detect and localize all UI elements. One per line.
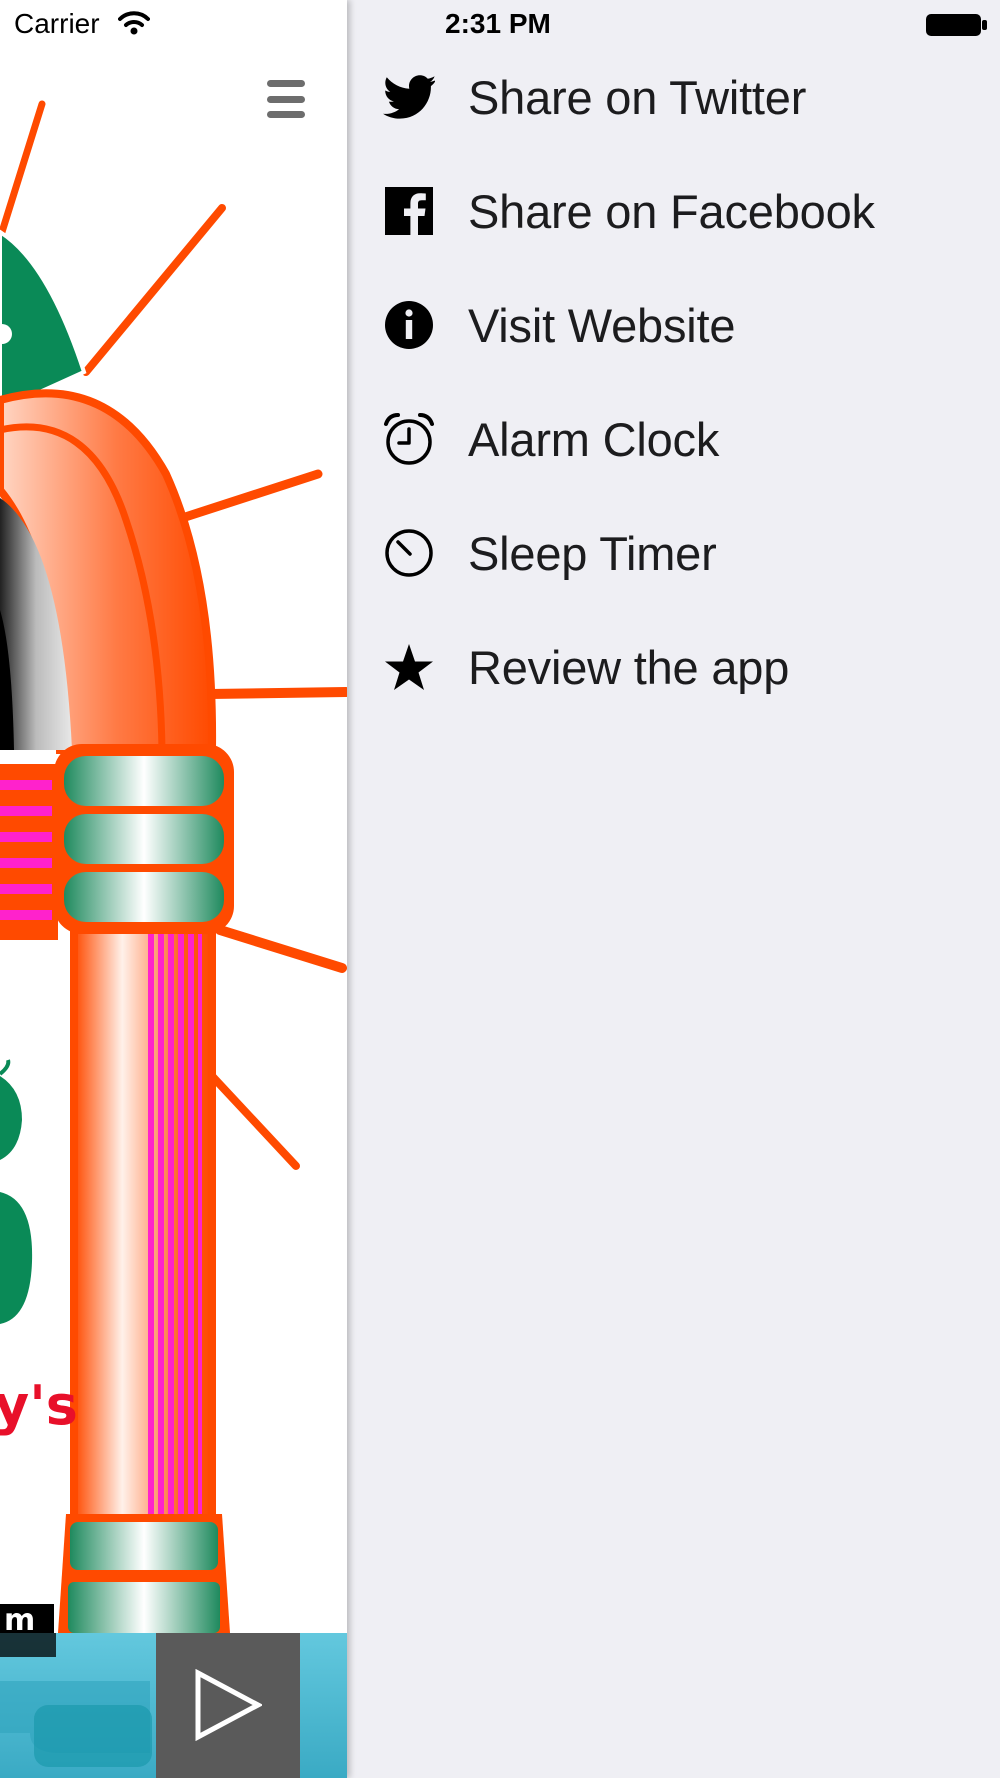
- hamburger-icon: [267, 80, 305, 87]
- app-content-panel: y's m: [0, 0, 347, 1778]
- carrier-label: Carrier: [14, 8, 100, 39]
- star-icon: [382, 640, 436, 694]
- player-bar: [0, 1633, 347, 1778]
- play-button[interactable]: [156, 1633, 300, 1778]
- menu-item-share-facebook[interactable]: Share on Facebook: [347, 154, 1000, 268]
- info-icon: [382, 298, 436, 352]
- svg-text:m: m: [4, 1603, 35, 1633]
- battery-icon: [926, 14, 987, 36]
- clock-icon: [382, 526, 436, 580]
- twitter-icon: [382, 70, 436, 124]
- menu-toggle-button[interactable]: [262, 76, 310, 122]
- artwork-text-fragment: y's: [0, 1374, 78, 1437]
- status-time: 2:31 PM: [445, 8, 551, 39]
- menu-item-label: Alarm Clock: [468, 412, 720, 466]
- menu-item-label: Share on Facebook: [468, 184, 875, 238]
- side-menu: Share on Twitter Share on Facebook Visit…: [347, 40, 1000, 724]
- menu-item-label: Share on Twitter: [468, 70, 807, 124]
- jukebox-artwork: y's m: [0, 100, 347, 1633]
- menu-item-label: Sleep Timer: [468, 526, 717, 580]
- menu-item-alarm-clock[interactable]: Alarm Clock: [347, 382, 1000, 496]
- menu-item-share-twitter[interactable]: Share on Twitter: [347, 40, 1000, 154]
- play-icon: [195, 1669, 262, 1741]
- menu-item-sleep-timer[interactable]: Sleep Timer: [347, 496, 1000, 610]
- menu-item-label: Visit Website: [468, 298, 736, 352]
- menu-item-label: Review the app: [468, 640, 790, 694]
- alarm-clock-icon: [382, 412, 436, 466]
- facebook-icon: [382, 184, 436, 238]
- wifi-icon: [118, 11, 150, 35]
- menu-item-visit-website[interactable]: Visit Website: [347, 268, 1000, 382]
- menu-item-review-app[interactable]: Review the app: [347, 610, 1000, 724]
